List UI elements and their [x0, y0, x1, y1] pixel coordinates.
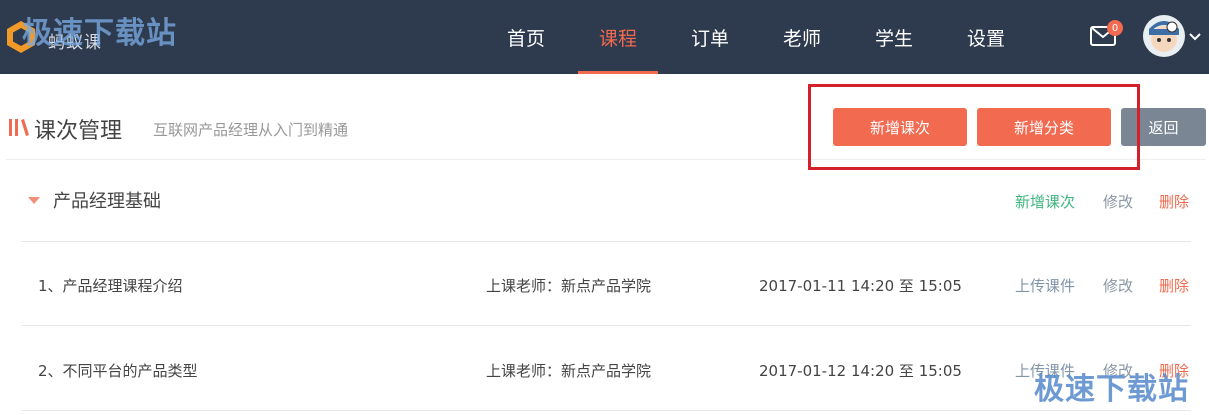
- watermark-bottom: 极速下载站: [1034, 372, 1189, 407]
- page-title: 课次管理: [34, 119, 123, 144]
- lesson-edit-link[interactable]: 修改: [1103, 275, 1133, 296]
- chevron-down-icon[interactable]: [1189, 33, 1201, 41]
- lesson-delete-link[interactable]: 删除: [1159, 275, 1189, 296]
- top-navbar: 蚂蚁课 极速下载站 首页 课程 订单 老师 学生 设置 0: [0, 0, 1209, 74]
- nav-home[interactable]: 首页: [480, 0, 572, 74]
- category-row: 产品经理基础 新增课次 修改 删除: [21, 157, 1191, 242]
- category-add-lesson-link[interactable]: 新增课次: [1015, 191, 1075, 212]
- nav-courses[interactable]: 课程: [572, 0, 664, 74]
- lesson-time: 2017-01-12 14:20 至 15:05: [759, 362, 962, 380]
- upload-courseware-link[interactable]: 上传课件: [1015, 275, 1075, 296]
- mail-badge: 0: [1107, 20, 1123, 36]
- main-nav: 首页 课程 订单 老师 学生 设置: [480, 0, 1032, 74]
- avatar[interactable]: [1143, 15, 1185, 57]
- lesson-time: 2017-01-11 14:20 至 15:05: [759, 277, 962, 295]
- avatar-image: [1149, 21, 1179, 52]
- page-subtitle: 互联网产品经理从入门到精通: [153, 121, 349, 139]
- triangle-down-icon[interactable]: [28, 197, 40, 204]
- lesson-row: 2、不同平台的产品类型 上课老师：新点产品学院 2017-01-12 14:20…: [21, 326, 1191, 411]
- category-title: 产品经理基础: [53, 191, 161, 212]
- nav-settings[interactable]: 设置: [940, 0, 1032, 74]
- lesson-teacher: 上课老师：新点产品学院: [486, 277, 652, 295]
- lesson-teacher: 上课老师：新点产品学院: [486, 362, 652, 380]
- bars-icon: [9, 119, 29, 136]
- category-delete-link[interactable]: 删除: [1159, 191, 1189, 212]
- lesson-title: 1、产品经理课程介绍: [38, 277, 183, 295]
- nav-teachers[interactable]: 老师: [756, 0, 848, 74]
- nav-orders[interactable]: 订单: [664, 0, 756, 74]
- watermark-top: 极速下载站: [22, 16, 177, 51]
- lesson-row: 1、产品经理课程介绍 上课老师：新点产品学院 2017-01-11 14:20 …: [21, 241, 1191, 326]
- nav-students[interactable]: 学生: [848, 0, 940, 74]
- category-edit-link[interactable]: 修改: [1103, 191, 1133, 212]
- lesson-title: 2、不同平台的产品类型: [38, 362, 198, 380]
